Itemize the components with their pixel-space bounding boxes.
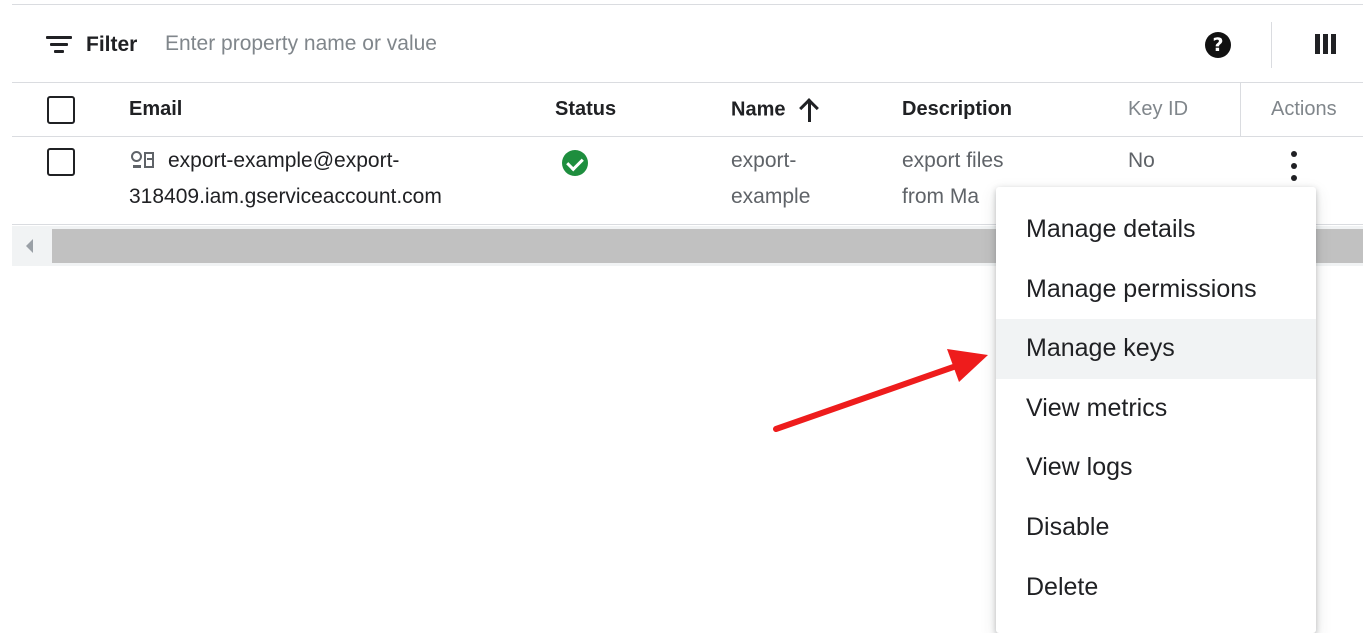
arrow-up-icon <box>799 98 820 122</box>
filter-bar: Filter ? <box>12 5 1363 83</box>
menu-item-delete[interactable]: Delete <box>996 558 1316 618</box>
more-vert-icon[interactable] <box>1282 149 1306 183</box>
help-circle-icon[interactable]: ? <box>1205 32 1231 58</box>
table-header: Email Status Name Description Key ID Act… <box>12 82 1363 137</box>
column-header-status[interactable]: Status <box>555 98 616 121</box>
service-account-icon <box>131 151 155 171</box>
menu-item-disable[interactable]: Disable <box>996 498 1316 558</box>
toolbar-divider <box>1271 22 1272 68</box>
help-glyph: ? <box>1212 34 1224 56</box>
name-line-2: example <box>731 185 811 208</box>
row-actions-menu: Manage details Manage permissions Manage… <box>996 187 1316 633</box>
menu-item-manage-permissions[interactable]: Manage permissions <box>996 260 1316 320</box>
filter-input[interactable] <box>165 27 685 61</box>
column-header-email[interactable]: Email <box>129 98 182 121</box>
menu-item-manage-details[interactable]: Manage details <box>996 200 1316 260</box>
column-display-icon[interactable] <box>1315 34 1337 54</box>
description-line-1: export files <box>902 149 1004 172</box>
column-header-actions: Actions <box>1271 98 1337 120</box>
scroll-left-arrow-icon[interactable] <box>12 226 50 266</box>
actions-header-cell: Actions <box>1240 83 1363 136</box>
key-id-value: No <box>1128 149 1155 172</box>
column-header-name-label: Name <box>731 98 786 121</box>
service-accounts-table-view: Filter ? Email Status Name Description K… <box>0 0 1363 633</box>
name-line-1: export- <box>731 149 797 172</box>
email-line-1[interactable]: export-example@export- <box>168 143 399 179</box>
column-header-description[interactable]: Description <box>902 98 1012 121</box>
row-checkbox[interactable] <box>47 148 75 176</box>
menu-item-view-metrics[interactable]: View metrics <box>996 379 1316 439</box>
check-circle-icon <box>562 150 588 176</box>
select-all-checkbox[interactable] <box>47 96 75 124</box>
email-line-2[interactable]: 318409.iam.gserviceaccount.com <box>129 179 442 215</box>
filter-icon[interactable] <box>46 34 72 54</box>
column-header-name[interactable]: Name <box>731 98 820 122</box>
column-header-key-id[interactable]: Key ID <box>1128 98 1188 121</box>
description-line-2: from Ma <box>902 185 980 208</box>
menu-item-manage-keys[interactable]: Manage keys <box>996 319 1316 379</box>
filter-label: Filter <box>86 33 138 56</box>
menu-item-view-logs[interactable]: View logs <box>996 438 1316 498</box>
